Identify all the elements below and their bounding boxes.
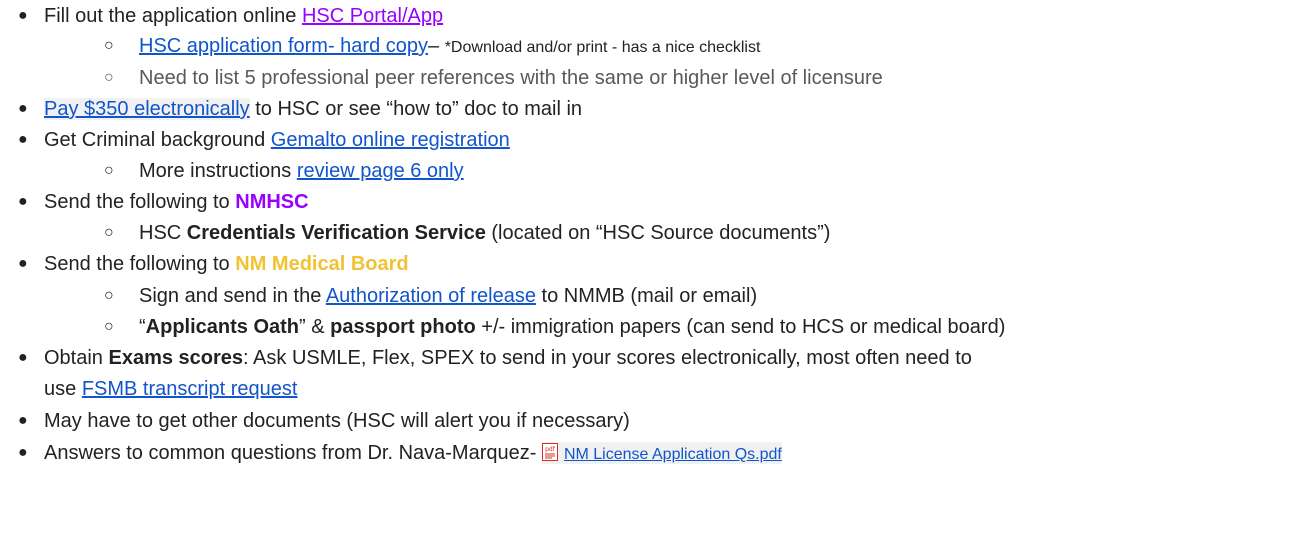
item-text: to HSC or see “how to” doc to mail in: [249, 98, 583, 120]
hsc-application-form-link[interactable]: HSC application form- hard copy: [139, 35, 428, 57]
item-text: : Ask USMLE, Flex, SPEX to send in your …: [243, 347, 972, 369]
authorization-of-release-link[interactable]: Authorization of release: [326, 285, 536, 307]
list-item-continuation: use FSMB transcript request: [44, 376, 297, 402]
passport-photo-label: passport photo: [330, 316, 476, 338]
item-text: Obtain: [44, 347, 109, 369]
list-item: ○ HSC application form- hard copy– *Down…: [104, 33, 760, 59]
bullet-circle: ○: [104, 69, 114, 86]
item-text: (located on “HSC Source documents”): [485, 222, 831, 244]
item-text: ” &: [299, 316, 331, 338]
pay-electronically-link[interactable]: Pay $350 electronically: [44, 98, 250, 120]
pdf-attachment-chip[interactable]: pdf NM License Application Qs.pdf: [541, 442, 782, 464]
bullet-dot: ●: [18, 255, 28, 272]
list-item: ● Obtain Exams scores: Ask USMLE, Flex, …: [18, 345, 972, 371]
exams-scores-label: Exams scores: [108, 347, 244, 369]
hsc-portal-link[interactable]: HSC Portal/App: [302, 5, 443, 27]
bullet-circle: ○: [104, 318, 114, 335]
list-item: ○ Sign and send in the Authorization of …: [104, 283, 757, 309]
nmhsc-label: NMHSC: [235, 191, 309, 213]
list-item: ○ “Applicants Oath” & passport photo +/-…: [104, 314, 1005, 340]
bullet-circle: ○: [104, 162, 114, 179]
bullet-dot: ●: [18, 444, 28, 461]
list-item: ● Send the following to NM Medical Board: [18, 251, 409, 277]
item-text: HSC: [139, 222, 187, 244]
dash: –: [428, 35, 445, 57]
bullet-dot: ●: [18, 100, 28, 117]
list-item: ● Get Criminal background Gemalto online…: [18, 127, 510, 153]
bullet-dot: ●: [18, 412, 28, 429]
credentials-verification-label: Credentials Verification Service: [186, 222, 486, 244]
gemalto-registration-link[interactable]: Gemalto online registration: [271, 129, 510, 151]
bullet-dot: ●: [18, 193, 28, 210]
list-item: ○ Need to list 5 professional peer refer…: [104, 65, 883, 91]
svg-text:pdf: pdf: [545, 446, 556, 453]
item-text: Answers to common questions from Dr. Nav…: [44, 442, 542, 464]
item-text: to NMMB (mail or email): [535, 285, 758, 307]
quote-open: “: [139, 316, 146, 338]
nm-medical-board-label: NM Medical Board: [235, 253, 409, 275]
item-text: +/- immigration papers (can send to HCS …: [475, 316, 1006, 338]
bullet-dot: ●: [18, 7, 28, 24]
item-note: *Download and/or print - has a nice chec…: [444, 39, 761, 56]
item-text: Send the following to: [44, 253, 236, 275]
item-text: Sign and send in the: [139, 285, 326, 307]
item-text: More instructions: [139, 160, 297, 182]
bullet-circle: ○: [104, 224, 114, 241]
bullet-dot: ●: [18, 131, 28, 148]
review-page-6-link[interactable]: review page 6 only: [297, 160, 464, 182]
pdf-icon: pdf: [541, 442, 558, 461]
item-text: Fill out the application online: [44, 5, 302, 27]
list-item: ● Fill out the application online HSC Po…: [18, 3, 443, 29]
list-item: ● May have to get other documents (HSC w…: [18, 408, 630, 434]
list-item: ● Answers to common questions from Dr. N…: [18, 440, 782, 466]
item-text: May have to get other documents (HSC wil…: [44, 410, 630, 432]
list-item: ● Send the following to NMHSC: [18, 189, 309, 215]
item-text: use: [44, 378, 82, 400]
item-text: Send the following to: [44, 191, 236, 213]
pdf-file-link[interactable]: NM License Application Qs.pdf: [564, 446, 782, 463]
applicants-oath-label: Applicants Oath: [145, 316, 300, 338]
bullet-circle: ○: [104, 37, 114, 54]
list-item: ○ HSC Credentials Verification Service (…: [104, 220, 830, 246]
document: ● Fill out the application online HSC Po…: [0, 0, 1306, 546]
fsmb-transcript-link[interactable]: FSMB transcript request: [82, 378, 298, 400]
item-text: Need to list 5 professional peer referen…: [139, 67, 883, 89]
bullet-circle: ○: [104, 287, 114, 304]
bullet-dot: ●: [18, 349, 28, 366]
list-item: ● Pay $350 electronically to HSC or see …: [18, 96, 582, 122]
item-text: Get Criminal background: [44, 129, 271, 151]
list-item: ○ More instructions review page 6 only: [104, 158, 464, 184]
